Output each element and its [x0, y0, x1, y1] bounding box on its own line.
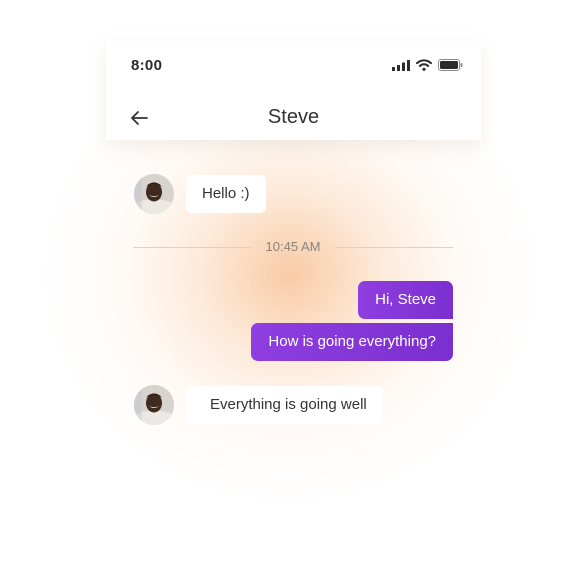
message-bubble-outgoing: How is going everything?: [251, 323, 453, 361]
message-bubble-outgoing: Hi, Steve: [358, 281, 453, 319]
chat-header: 8:00 Steve: [106, 41, 481, 140]
chat-screen: 8:00 Steve Hello:) 10:45 AM Hi, Steve H…: [0, 0, 578, 578]
signal-icon: [392, 59, 410, 71]
battery-icon: [438, 59, 463, 71]
contact-name: Steve: [267, 106, 320, 128]
status-icons: [392, 59, 463, 71]
avatar: [134, 174, 174, 214]
divider-line-right: [335, 247, 453, 248]
time-divider: 10:45 AM: [133, 238, 453, 256]
message-bubble-incoming: Hello :): [186, 175, 266, 213]
status-time: 8:00: [131, 57, 163, 74]
message-bubble-incoming: Everything is going well: [186, 386, 383, 424]
wifi-icon: [416, 59, 432, 71]
avatar: [134, 385, 174, 425]
